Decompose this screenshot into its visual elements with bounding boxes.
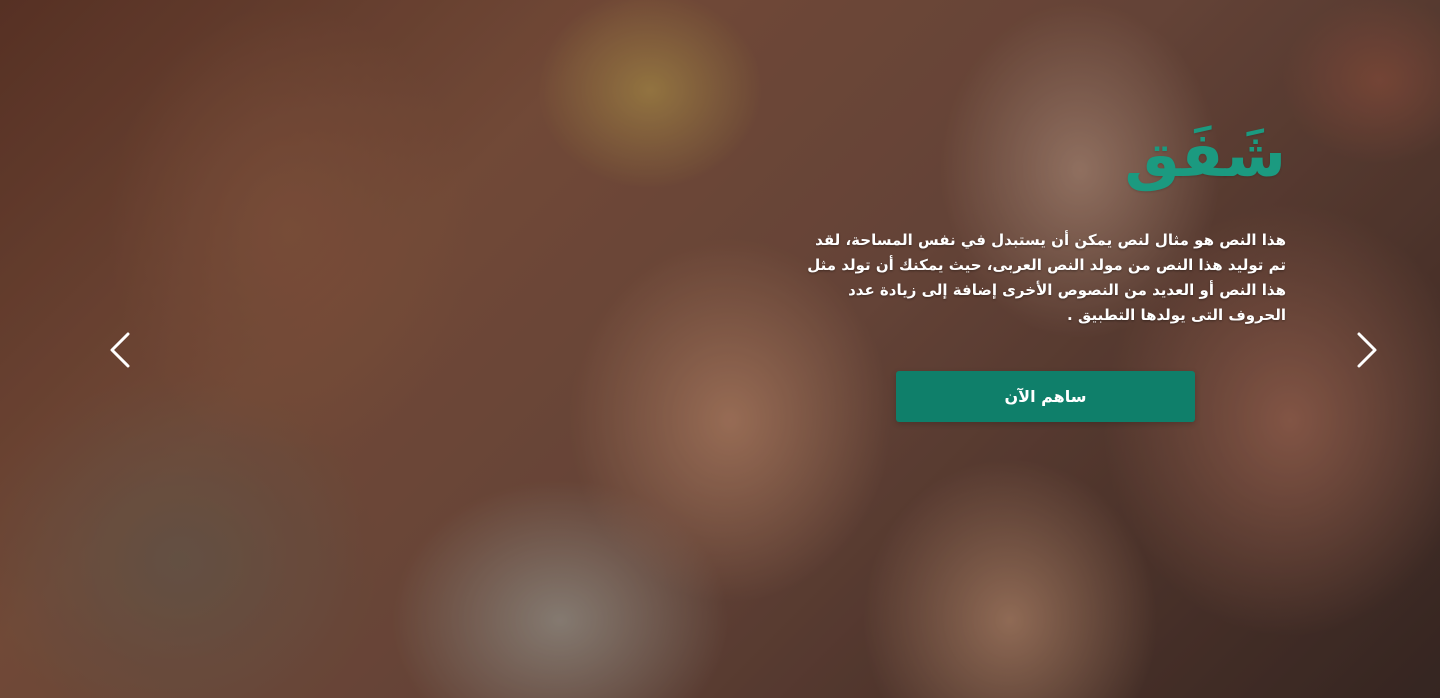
hero-section: شَفَق هذا النص هو مثال لنص يمكن أن يستبد…: [0, 0, 1440, 698]
hero-description: هذا النص هو مثال لنص يمكن أن يستبدل في ن…: [807, 231, 1286, 324]
carousel-next-button[interactable]: [1343, 326, 1391, 374]
donate-now-button[interactable]: ساهم الآن: [896, 371, 1195, 422]
hero-content: شَفَق هذا النص هو مثال لنص يمكن أن يستبد…: [806, 110, 1286, 328]
carousel-prev-button[interactable]: [96, 326, 144, 374]
chevron-left-icon: [110, 332, 130, 368]
brand-title: شَفَق: [1124, 118, 1286, 191]
chevron-right-icon: [1357, 332, 1377, 368]
